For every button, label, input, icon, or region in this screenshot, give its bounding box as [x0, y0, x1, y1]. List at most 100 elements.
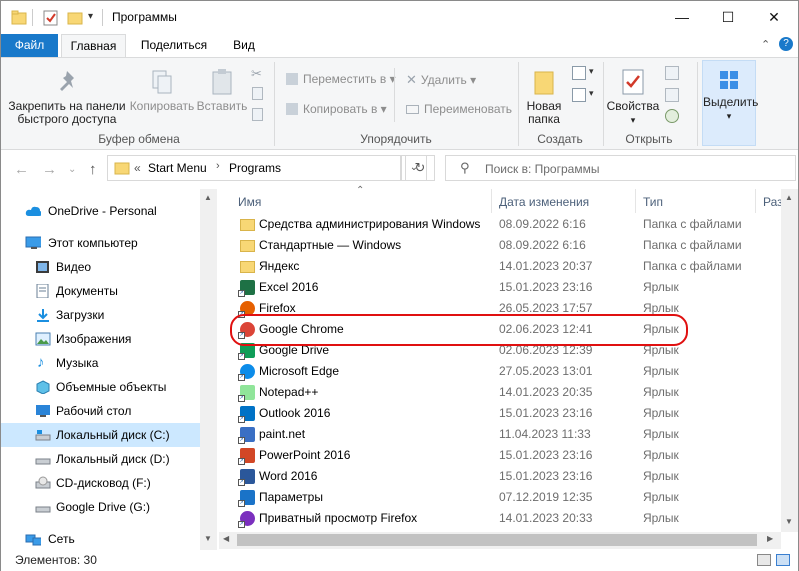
paste-label: Вставить — [196, 99, 248, 113]
nav-item-3d-objects[interactable]: Объемные объекты — [1, 375, 200, 399]
scroll-left-icon[interactable]: ◀ — [223, 534, 229, 543]
scroll-up-icon[interactable]: ▲ — [785, 193, 793, 202]
pin-label-1: Закрепить на панели — [8, 99, 126, 113]
open-icon[interactable] — [665, 66, 679, 80]
file-list-scrollbar[interactable]: ▲ ▼ — [781, 189, 798, 532]
back-arrow-icon[interactable]: ← — [14, 161, 29, 178]
file-row[interactable]: ↗ Notepad++ 14.01.2023 20:35 Ярлык — [232, 382, 782, 403]
column-divider[interactable] — [491, 189, 492, 213]
tab-file[interactable]: Файл — [1, 34, 58, 57]
settings-icon: ↗ — [238, 490, 255, 507]
nav-item-downloads[interactable]: Загрузки — [1, 303, 200, 327]
breadcrumb-separator-icon[interactable]: › — [216, 160, 220, 172]
copy-button[interactable]: Копировать — [128, 68, 196, 113]
move-to-label: Переместить в — [303, 72, 387, 86]
copy-to-button[interactable]: Копировать в ▾ — [286, 102, 387, 116]
easy-access-icon[interactable] — [572, 88, 586, 102]
rename-button[interactable]: Переименовать — [406, 102, 512, 116]
column-size[interactable]: Раз — [763, 195, 783, 209]
copy-path-icon[interactable] — [252, 87, 263, 100]
file-row[interactable]: ↗ Outlook 2016 15.01.2023 23:16 Ярлык — [232, 403, 782, 424]
breadcrumb-start-menu[interactable]: Start Menu — [148, 161, 207, 175]
address-bar[interactable]: « Start Menu › Programs — [107, 155, 401, 181]
file-row[interactable]: ↗ PowerPoint 2016 15.01.2023 23:16 Ярлык — [232, 445, 782, 466]
breadcrumb-programs[interactable]: Programs — [229, 161, 281, 175]
properties-button[interactable]: Свойства ▾ — [605, 68, 661, 127]
paste-shortcut-icon[interactable] — [252, 108, 263, 121]
minimize-button[interactable]: — — [659, 1, 705, 33]
nav-item-this-pc[interactable]: Этот компьютер — [1, 231, 200, 255]
tab-view[interactable]: Вид — [223, 34, 265, 57]
nav-item-google-drive[interactable]: Google Drive (G:) — [1, 495, 200, 519]
history-icon[interactable] — [665, 109, 679, 123]
shortcut-arrow-icon: ↗ — [238, 353, 245, 360]
scroll-right-icon[interactable]: ▶ — [767, 534, 773, 543]
file-name: Яндекс — [259, 259, 300, 273]
large-icons-view-icon[interactable] — [776, 554, 790, 566]
delete-button[interactable]: ✕ Удалить ▾ — [406, 72, 476, 88]
nav-item-desktop[interactable]: Рабочий стол — [1, 399, 200, 423]
select-button[interactable]: Выделить ▾ — [702, 60, 758, 146]
nav-item-network[interactable]: Сеть — [1, 527, 200, 551]
column-type[interactable]: Тип — [643, 195, 663, 209]
file-row[interactable]: ↗ Word 2016 15.01.2023 23:16 Ярлык — [232, 466, 782, 487]
nav-item-onedrive[interactable]: OneDrive - Personal — [1, 199, 200, 223]
new-folder-qa-icon[interactable] — [67, 9, 83, 27]
collapse-ribbon-icon[interactable]: ⌃ — [761, 38, 770, 51]
scroll-down-icon[interactable]: ▼ — [785, 517, 793, 526]
close-button[interactable]: ✕ — [751, 1, 797, 33]
scroll-thumb[interactable] — [237, 534, 757, 546]
qa-customize-icon[interactable]: ▾ — [88, 11, 93, 22]
nav-label: CD-дисковод (F:) — [56, 476, 151, 490]
maximize-button[interactable]: ☐ — [705, 1, 751, 33]
properties-qa-icon[interactable] — [43, 9, 59, 27]
move-to-button[interactable]: Переместить в ▾ — [286, 72, 396, 86]
refresh-icon[interactable]: ↻ — [405, 155, 435, 181]
file-row[interactable]: Стандартные — Windows 08.09.2022 6:16 Папк… — [232, 235, 782, 256]
column-date[interactable]: Дата изменения — [499, 195, 589, 209]
nav-item-drive-c[interactable]: Локальный диск (C:) — [1, 423, 200, 447]
file-row[interactable]: Яндекс 14.01.2023 20:37 Папка с файлами — [232, 256, 782, 277]
nav-item-drive-d[interactable]: Локальный диск (D:) — [1, 447, 200, 471]
pin-quick-access-button[interactable]: Закрепить на панели быстрого доступа — [5, 68, 129, 126]
properties-dropdown-icon: ▾ — [630, 115, 636, 125]
nav-item-video[interactable]: Видео — [1, 255, 200, 279]
address-overflow-icon[interactable]: « — [134, 161, 141, 175]
scroll-up-icon[interactable]: ▲ — [204, 193, 212, 202]
new-item-dropdown-icon[interactable]: ▾ — [589, 66, 594, 77]
new-folder-button[interactable]: Новая папка — [521, 68, 567, 126]
nav-pane-scrollbar[interactable]: ▲ ▼ — [200, 189, 217, 550]
column-divider[interactable] — [635, 189, 636, 213]
file-row[interactable]: ↗ Microsoft Edge 27.05.2023 13:01 Ярлык — [232, 361, 782, 382]
recent-locations-icon[interactable]: ⌄ — [68, 164, 76, 175]
3d-objects-folder-icon — [36, 380, 50, 394]
column-name[interactable]: Имя — [238, 195, 261, 209]
nav-item-pictures[interactable]: Изображения — [1, 327, 200, 351]
file-row[interactable]: ↗ Excel 2016 15.01.2023 23:16 Ярлык — [232, 277, 782, 298]
edit-icon[interactable] — [665, 88, 679, 102]
nav-item-documents[interactable]: Документы — [1, 279, 200, 303]
nav-item-music[interactable]: ♪ Музыка — [1, 351, 200, 375]
file-row[interactable]: Средства администрирования Windows 08.09.… — [232, 214, 782, 235]
clipboard-group-label: Буфер обмена — [98, 132, 180, 146]
file-row[interactable]: ↗ Приватный просмотр Firefox 14.01.2023 20… — [232, 508, 782, 529]
nav-item-cd-drive[interactable]: CD-дисковод (F:) — [1, 471, 200, 495]
outlook-icon: ↗ — [238, 406, 255, 423]
file-row[interactable]: ↗ paint.net 11.04.2023 11:33 Ярлык — [232, 424, 782, 445]
easy-access-dropdown-icon[interactable]: ▾ — [589, 88, 594, 99]
file-row[interactable]: ↗ Параметры 07.12.2019 12:35 Ярлык — [232, 487, 782, 508]
window-title: Программы — [112, 10, 177, 24]
scroll-down-icon[interactable]: ▼ — [204, 534, 212, 543]
tab-home[interactable]: Главная — [61, 34, 126, 58]
cut-icon[interactable]: ✂ — [251, 66, 262, 82]
forward-arrow-icon[interactable]: → — [42, 161, 57, 178]
paste-button[interactable]: Вставить — [196, 68, 248, 113]
up-arrow-icon[interactable]: ↑ — [89, 161, 97, 178]
details-view-icon[interactable] — [757, 554, 771, 566]
search-box[interactable]: ⚲ Поиск в: Программы — [445, 155, 796, 181]
tab-share[interactable]: Поделиться — [131, 34, 217, 57]
new-item-icon[interactable] — [572, 66, 586, 80]
horizontal-scrollbar[interactable]: ◀ ▶ — [219, 532, 781, 549]
help-icon[interactable]: ? — [779, 37, 793, 51]
column-divider[interactable] — [755, 189, 756, 213]
